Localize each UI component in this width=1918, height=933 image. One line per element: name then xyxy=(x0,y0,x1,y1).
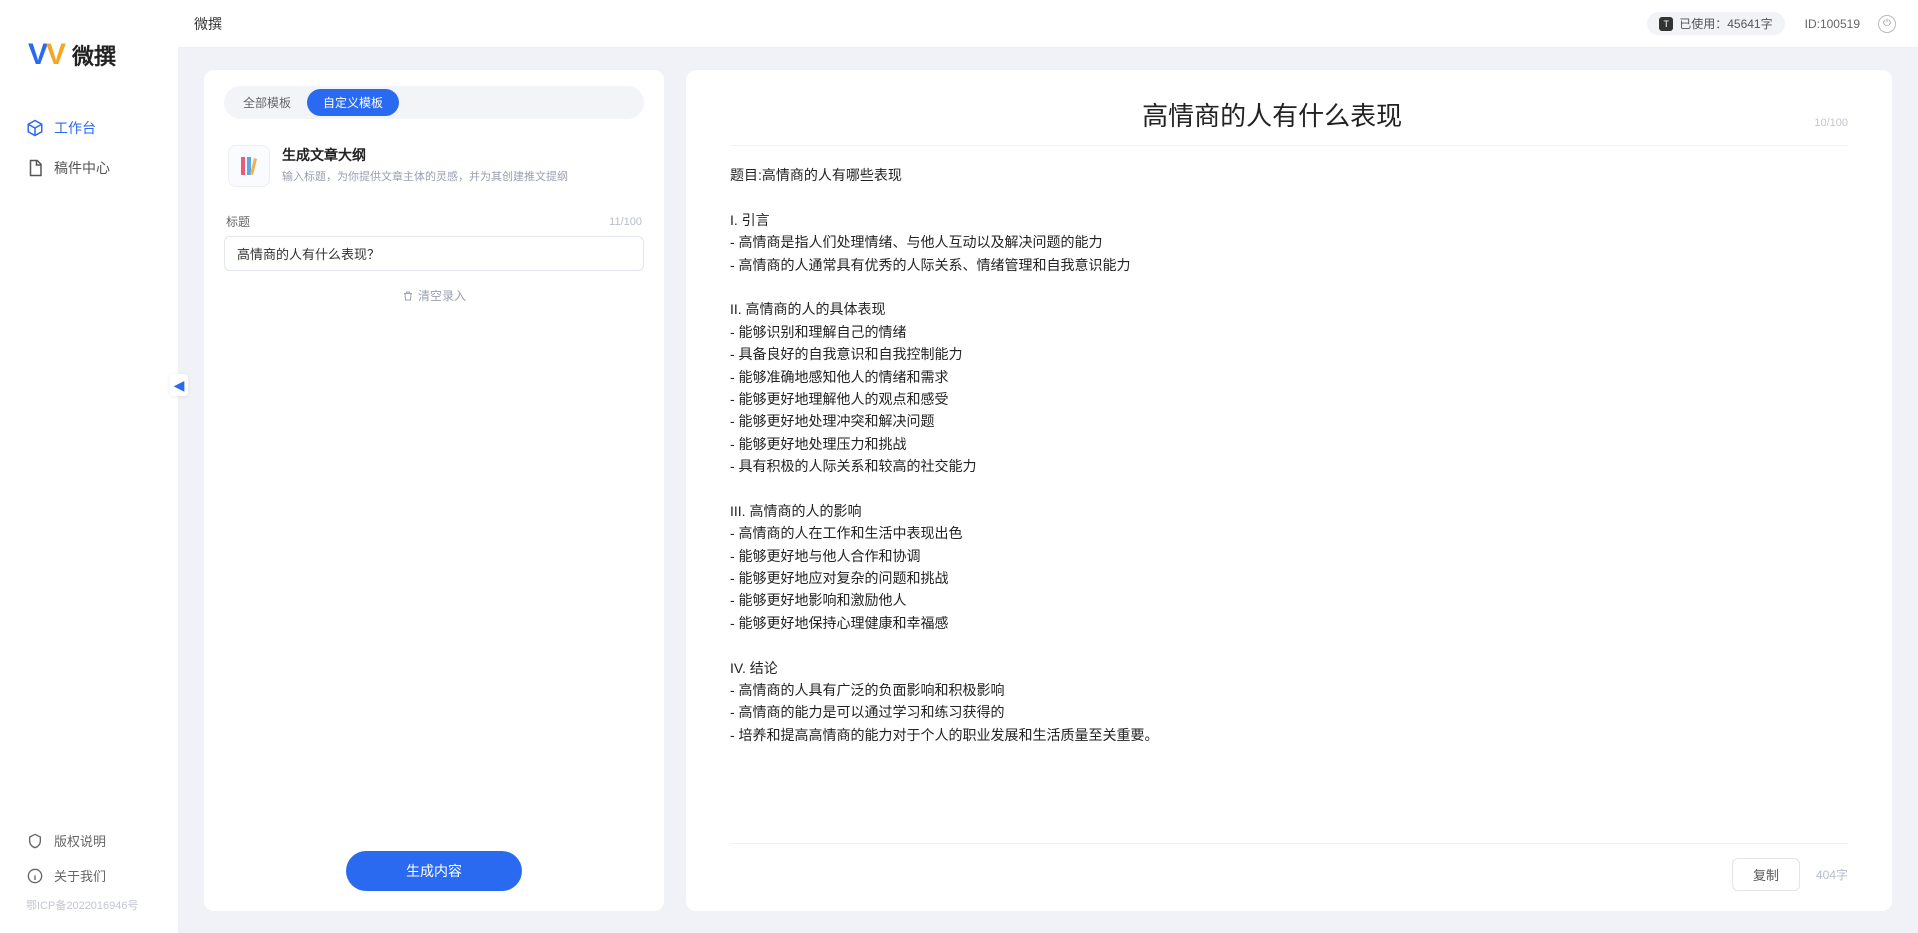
cube-icon xyxy=(26,119,44,137)
title-field-label: 标题 xyxy=(226,213,250,230)
info-icon xyxy=(26,867,44,885)
generate-button[interactable]: 生成内容 xyxy=(346,851,522,891)
result-panel: 高情商的人有什么表现 10/100 题目:高情商的人有哪些表现 I. 引言 - … xyxy=(686,70,1892,911)
result-word-count: 404字 xyxy=(1816,866,1848,883)
shield-icon xyxy=(26,832,44,850)
power-icon: ⏻ xyxy=(1883,18,1891,29)
tab-all-templates[interactable]: 全部模板 xyxy=(227,89,307,116)
brand-name: 微撰 xyxy=(72,39,116,71)
usage-label: 已使用：45641字 xyxy=(1679,15,1772,32)
clear-input-button[interactable]: 清空录入 xyxy=(224,287,644,304)
content-row: 全部模板 自定义模板 生成文章大纲 输入标题，为你提供文章主体的灵感，并为其创建… xyxy=(178,48,1918,933)
sidebar-item-workspace[interactable]: 工作台 xyxy=(0,108,178,148)
result-body[interactable]: 题目:高情商的人有哪些表现 I. 引言 - 高情商是指人们处理情绪、与他人互动以… xyxy=(730,164,1848,843)
sidebar-bottom: 版权说明 关于我们 鄂ICP备2022016946号 xyxy=(0,823,178,923)
sidebar-item-label: 关于我们 xyxy=(54,866,106,885)
sidebar-item-label: 工作台 xyxy=(54,118,96,138)
sidebar-item-label: 版权说明 xyxy=(54,831,106,850)
sidebar-item-copyright[interactable]: 版权说明 xyxy=(0,823,178,858)
sidebar-nav: 工作台 稿件中心 xyxy=(0,102,178,823)
sidebar-collapse-handle[interactable]: ◀ xyxy=(170,374,188,396)
usage-pill[interactable]: T 已使用：45641字 xyxy=(1647,12,1784,35)
result-title-count: 10/100 xyxy=(1814,117,1848,133)
power-button[interactable]: ⏻ xyxy=(1878,15,1896,33)
template-icon xyxy=(228,145,270,187)
template-tabs: 全部模板 自定义模板 xyxy=(224,86,644,119)
logo-mark-icon: VV xyxy=(28,38,64,72)
chevron-left-icon: ◀ xyxy=(174,377,185,394)
topbar-title: 微撰 xyxy=(194,14,222,34)
doc-icon xyxy=(26,159,44,177)
sidebar-item-label: 稿件中心 xyxy=(54,158,110,178)
template-title: 生成文章大纲 xyxy=(282,145,568,165)
brand-logo: VV 微撰 xyxy=(0,18,178,102)
main-area: 微撰 T 已使用：45641字 ID:100519 ⏻ 全部模板 自定义模板 xyxy=(178,0,1918,933)
sidebar: VV 微撰 工作台 稿件中心 版权说明 xyxy=(0,0,178,933)
trash-icon xyxy=(402,290,414,302)
input-panel: 全部模板 自定义模板 生成文章大纲 输入标题，为你提供文章主体的灵感，并为其创建… xyxy=(204,70,664,911)
topbar: 微撰 T 已使用：45641字 ID:100519 ⏻ xyxy=(178,0,1918,48)
result-title[interactable]: 高情商的人有什么表现 xyxy=(730,96,1814,133)
icp-text: 鄂ICP备2022016946号 xyxy=(0,893,178,917)
user-id: ID:100519 xyxy=(1805,17,1860,31)
sidebar-item-about[interactable]: 关于我们 xyxy=(0,858,178,893)
title-input[interactable] xyxy=(224,236,644,271)
tab-custom-templates[interactable]: 自定义模板 xyxy=(307,89,399,116)
template-desc: 输入标题，为你提供文章主体的灵感，并为其创建推文提纲 xyxy=(282,169,568,186)
title-char-count: 11/100 xyxy=(609,216,642,228)
sidebar-item-drafts[interactable]: 稿件中心 xyxy=(0,148,178,188)
copy-button[interactable]: 复制 xyxy=(1732,858,1800,891)
clear-input-label: 清空录入 xyxy=(418,287,466,304)
text-count-icon: T xyxy=(1659,17,1673,31)
template-card[interactable]: 生成文章大纲 输入标题，为你提供文章主体的灵感，并为其创建推文提纲 xyxy=(224,137,644,207)
